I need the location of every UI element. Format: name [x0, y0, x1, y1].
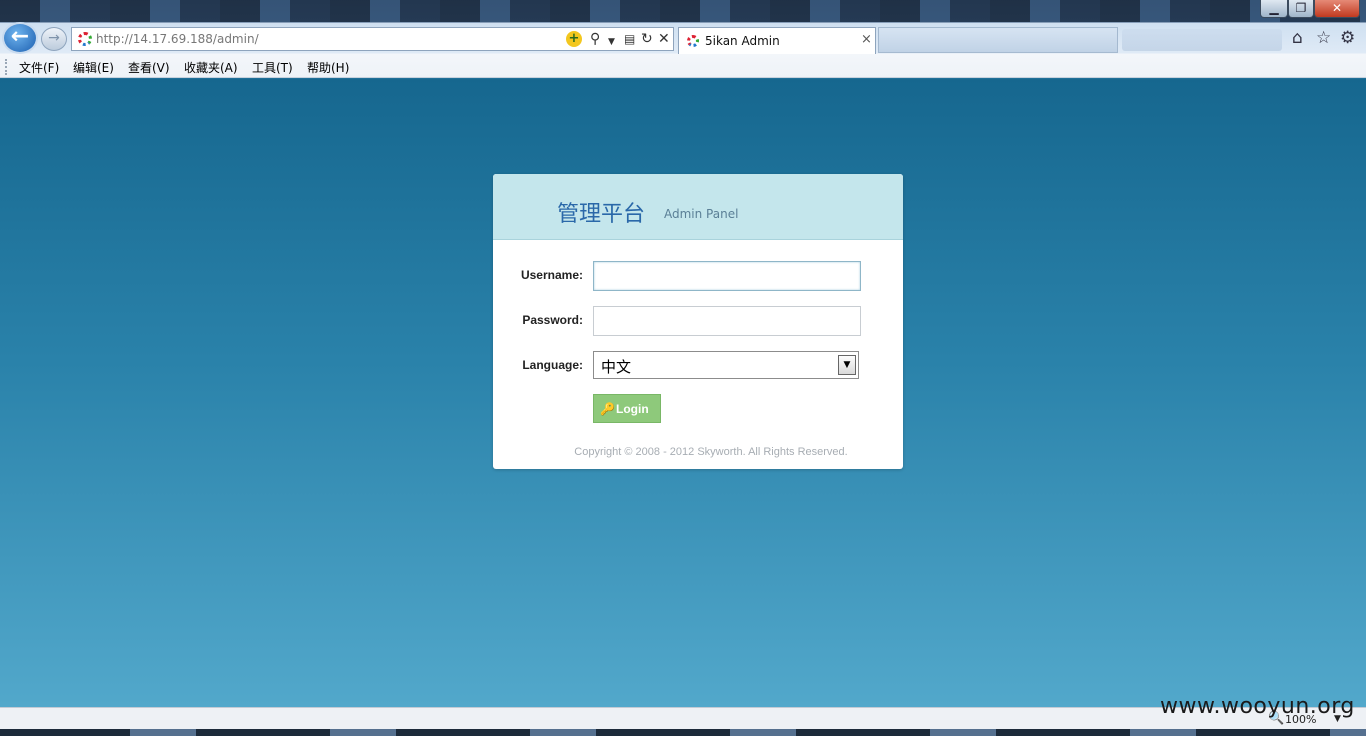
title-bar: [0, 0, 1366, 22]
home-icon[interactable]: ⌂: [1292, 28, 1303, 48]
minimize-button[interactable]: ▁: [1260, 0, 1288, 18]
tab-title: 5ikan Admin: [705, 34, 780, 48]
menu-bar: 文件(F) 编辑(E) 查看(V) 收藏夹(A) 工具(T) 帮助(H): [0, 55, 1366, 78]
tab-close-icon[interactable]: ×: [861, 32, 872, 47]
search-icon[interactable]: ⚲: [590, 31, 600, 47]
back-button[interactable]: ←: [2, 22, 38, 54]
password-label: Password:: [522, 313, 583, 327]
language-label: Language:: [522, 358, 583, 372]
browser-chrome: ▁ ❐ ✕ ← → http://14.17.69.188/admin/ + ⚲…: [0, 0, 1366, 78]
chevron-down-icon[interactable]: ▼: [608, 34, 615, 50]
copyright-text: Copyright © 2008 - 2012 Skyworth. All Ri…: [574, 446, 848, 458]
menu-favorites[interactable]: 收藏夹(A): [184, 59, 238, 76]
tab-favicon-icon: [687, 35, 699, 47]
menu-help[interactable]: 帮助(H): [307, 59, 349, 76]
menu-edit[interactable]: 编辑(E): [73, 59, 114, 76]
login-panel: 管理平台 Admin Panel Username: Password: Lan…: [493, 174, 903, 469]
key-icon: 🔑: [600, 401, 615, 416]
page-content: 管理平台 Admin Panel Username: Password: Lan…: [0, 79, 1366, 707]
password-input[interactable]: [593, 306, 861, 336]
star-icon[interactable]: ☆: [1316, 28, 1331, 48]
menu-view[interactable]: 查看(V): [128, 59, 170, 76]
stop-icon[interactable]: ✕: [658, 31, 670, 47]
url-path: /admin/: [212, 32, 259, 46]
menu-file[interactable]: 文件(F): [19, 59, 59, 76]
menu-grip: [5, 59, 8, 75]
language-select[interactable]: 中文 ▼: [593, 351, 859, 379]
panel-subtitle: Admin Panel: [664, 207, 739, 221]
address-bar[interactable]: http://14.17.69.188/admin/ + ⚲ ▼ ▤ ↻ ✕: [71, 27, 674, 51]
language-selected-value: 中文: [601, 358, 632, 376]
watermark: www.wooyun.org: [1160, 694, 1355, 719]
tab-inactive[interactable]: [878, 27, 1118, 53]
panel-title: 管理平台: [557, 202, 646, 227]
panel-header: 管理平台 Admin Panel: [493, 174, 903, 240]
tab-inactive-2[interactable]: [1122, 29, 1282, 51]
username-input[interactable]: [593, 261, 861, 291]
menu-tools[interactable]: 工具(T): [252, 59, 293, 76]
tab-active[interactable]: 5ikan Admin ×: [678, 27, 876, 54]
forward-arrow-icon: →: [48, 30, 60, 46]
close-window-button[interactable]: ✕: [1314, 0, 1360, 18]
compatibility-view-icon[interactable]: ▤: [624, 31, 635, 47]
url-host: http://14.17.69.188: [96, 32, 213, 46]
login-button[interactable]: 🔑Login: [593, 394, 661, 423]
back-arrow-icon: ←: [10, 24, 30, 49]
username-label: Username:: [520, 268, 583, 282]
chevron-down-icon[interactable]: ▼: [838, 355, 856, 375]
site-favicon-icon: [78, 32, 92, 46]
login-button-label: Login: [616, 401, 649, 416]
maximize-button[interactable]: ❐: [1288, 0, 1314, 18]
gear-icon[interactable]: ⚙: [1340, 28, 1355, 48]
forward-button[interactable]: →: [41, 27, 67, 51]
taskbar: [0, 729, 1366, 736]
plus-icon[interactable]: +: [566, 31, 582, 47]
address-url[interactable]: http://14.17.69.188/admin/: [96, 32, 259, 46]
refresh-icon[interactable]: ↻: [641, 31, 653, 47]
